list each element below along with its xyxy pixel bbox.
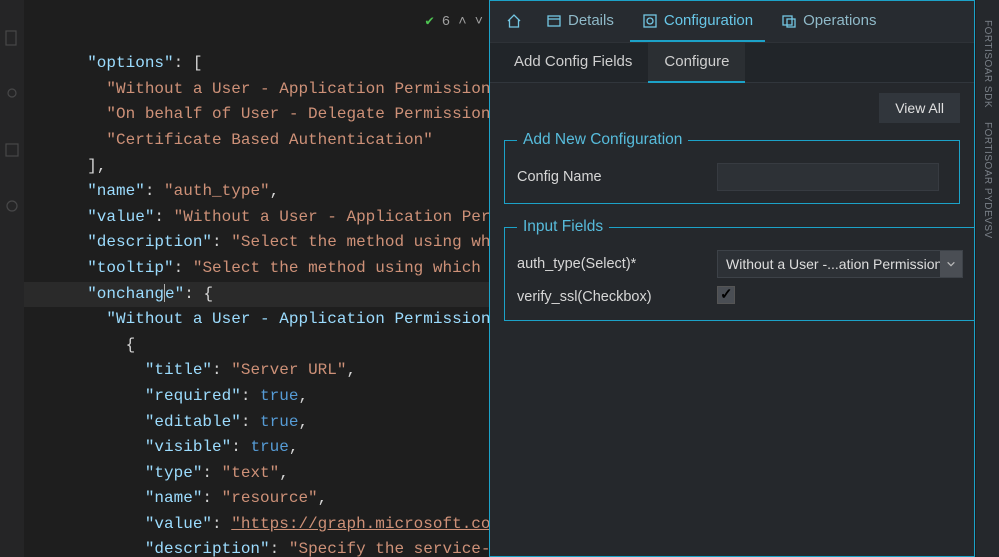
auth-type-label: auth_type(Select)* (517, 256, 707, 272)
subtab-add-config-fields[interactable]: Add Config Fields (498, 43, 648, 83)
code-editor[interactable]: "options": [ "Without a User - Applicati… (24, 0, 489, 557)
circle-icon (4, 198, 20, 214)
config-name-label: Config Name (517, 169, 707, 185)
config-name-input[interactable] (717, 163, 939, 191)
subtab-add-config-fields-label: Add Config Fields (514, 53, 632, 70)
box-icon (4, 142, 20, 158)
code-line[interactable]: "description": "Specify the service-ba (24, 537, 489, 557)
file-icon (4, 30, 20, 46)
nav-home[interactable] (498, 2, 530, 42)
chevron-down-icon[interactable]: ˅ (475, 10, 483, 36)
nav-details-label: Details (568, 12, 614, 29)
light-icon (4, 86, 20, 102)
code-line[interactable]: "Without a User - Application Permission… (24, 307, 489, 333)
chevron-down-icon (940, 251, 962, 277)
code-line[interactable]: "value": "https://graph.microsoft.com" (24, 512, 489, 538)
subtab-configure-label: Configure (664, 53, 729, 70)
nav-operations[interactable]: Operations (769, 2, 888, 42)
code-line[interactable]: "title": "Server URL", (24, 358, 489, 384)
view-all-button[interactable]: View All (879, 93, 960, 123)
config-panel: Details Configuration Operations Add Con… (489, 0, 975, 557)
code-line[interactable]: "editable": true, (24, 410, 489, 436)
nav-configuration-label: Configuration (664, 12, 753, 29)
input-fields-box: Input Fields auth_type(Select)* Without … (504, 218, 974, 321)
subtab-configure[interactable]: Configure (648, 43, 745, 83)
code-line[interactable]: "options": [ (24, 51, 489, 77)
code-line[interactable]: "required": true, (24, 384, 489, 410)
add-new-configuration-legend: Add New Configuration (517, 131, 688, 149)
right-gutter-label-1[interactable]: FORTISOAR SDK (982, 20, 993, 108)
left-activity-bar (0, 0, 24, 557)
operations-icon (781, 13, 797, 29)
code-line[interactable]: "On behalf of User - Delegate Permission… (24, 102, 489, 128)
code-line[interactable]: "name": "resource", (24, 486, 489, 512)
details-icon (546, 13, 562, 29)
panel-nav: Details Configuration Operations (490, 1, 974, 43)
nav-operations-label: Operations (803, 12, 876, 29)
check-icon: ✔ (425, 10, 433, 36)
verify-ssl-checkbox[interactable] (717, 286, 735, 304)
code-line[interactable]: { (24, 333, 489, 359)
add-new-configuration-box: Add New Configuration Config Name (504, 131, 960, 204)
right-side-bar: FORTISOAR SDK FORTISOAR PYDEVSV (975, 0, 999, 557)
code-line[interactable]: "description": "Select the method using … (24, 230, 489, 256)
input-fields-legend: Input Fields (517, 218, 609, 236)
configuration-icon (642, 13, 658, 29)
code-line[interactable]: "Without a User - Application Permission… (24, 77, 489, 103)
code-line[interactable]: "type": "text", (24, 461, 489, 487)
auth-type-select-value: Without a User -...ation Permission (726, 256, 942, 272)
code-line[interactable]: ], (24, 154, 489, 180)
hint-count: 6 (442, 10, 450, 36)
code-line[interactable]: "name": "auth_type", (24, 179, 489, 205)
field-row-verify-ssl: verify_ssl(Checkbox) (517, 286, 963, 308)
code-line[interactable]: "Certificate Based Authentication" (24, 128, 489, 154)
panel-body: View All Add New Configuration Config Na… (490, 83, 974, 556)
panel-subtabs: Add Config Fields Configure (490, 43, 974, 83)
verify-ssl-label: verify_ssl(Checkbox) (517, 289, 707, 305)
auth-type-select[interactable]: Without a User -...ation Permission (717, 250, 963, 278)
code-line[interactable]: "value": "Without a User - Application P… (24, 205, 489, 231)
nav-configuration[interactable]: Configuration (630, 2, 765, 42)
chevron-up-icon[interactable]: ˄ (458, 10, 466, 36)
field-row-auth-type: auth_type(Select)* Without a User -...at… (517, 250, 963, 278)
code-line[interactable]: "tooltip": "Select the method using whic… (24, 256, 489, 282)
code-line[interactable]: "onchange": { (24, 282, 489, 308)
editor-hint-badge[interactable]: ✔ 6 ˄ ˅ (425, 10, 483, 36)
home-icon (506, 13, 522, 29)
nav-details[interactable]: Details (534, 2, 626, 42)
right-gutter-label-2[interactable]: FORTISOAR PYDEVSV (982, 122, 993, 239)
code-line[interactable]: "visible": true, (24, 435, 489, 461)
